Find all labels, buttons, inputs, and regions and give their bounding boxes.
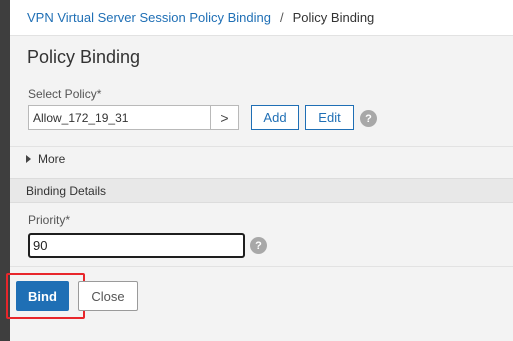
page-title: Policy Binding (27, 47, 141, 67)
priority-input[interactable] (28, 233, 245, 258)
policy-select-value[interactable]: Allow_172_19_31 (29, 111, 210, 125)
breadcrumb-parent-link[interactable]: VPN Virtual Server Session Policy Bindin… (27, 10, 271, 25)
chevron-right-icon[interactable]: > (210, 106, 238, 129)
binding-details-heading: Binding Details (10, 178, 513, 203)
breadcrumb: VPN Virtual Server Session Policy Bindin… (10, 0, 513, 36)
breadcrumb-current: Policy Binding (292, 10, 375, 25)
more-label: More (38, 152, 66, 166)
more-toggle[interactable]: More (26, 152, 65, 166)
add-button[interactable]: Add (251, 105, 299, 130)
bottom-strip (10, 326, 513, 341)
caret-right-icon (26, 155, 31, 163)
priority-label: Priority* (28, 213, 71, 227)
breadcrumb-separator: / (280, 10, 284, 25)
policy-binding-panel: Policy Binding Select Policy* Allow_172_… (6, 36, 513, 341)
select-policy-label: Select Policy* (28, 87, 102, 101)
edit-button[interactable]: Edit (305, 105, 354, 130)
policy-select[interactable]: Allow_172_19_31 > (28, 105, 239, 130)
close-button[interactable]: Close (78, 281, 138, 311)
help-icon[interactable]: ? (360, 110, 377, 127)
divider (10, 146, 513, 147)
bind-button[interactable]: Bind (16, 281, 69, 311)
form-footer: Bind Close (6, 266, 513, 326)
help-icon[interactable]: ? (250, 237, 267, 254)
